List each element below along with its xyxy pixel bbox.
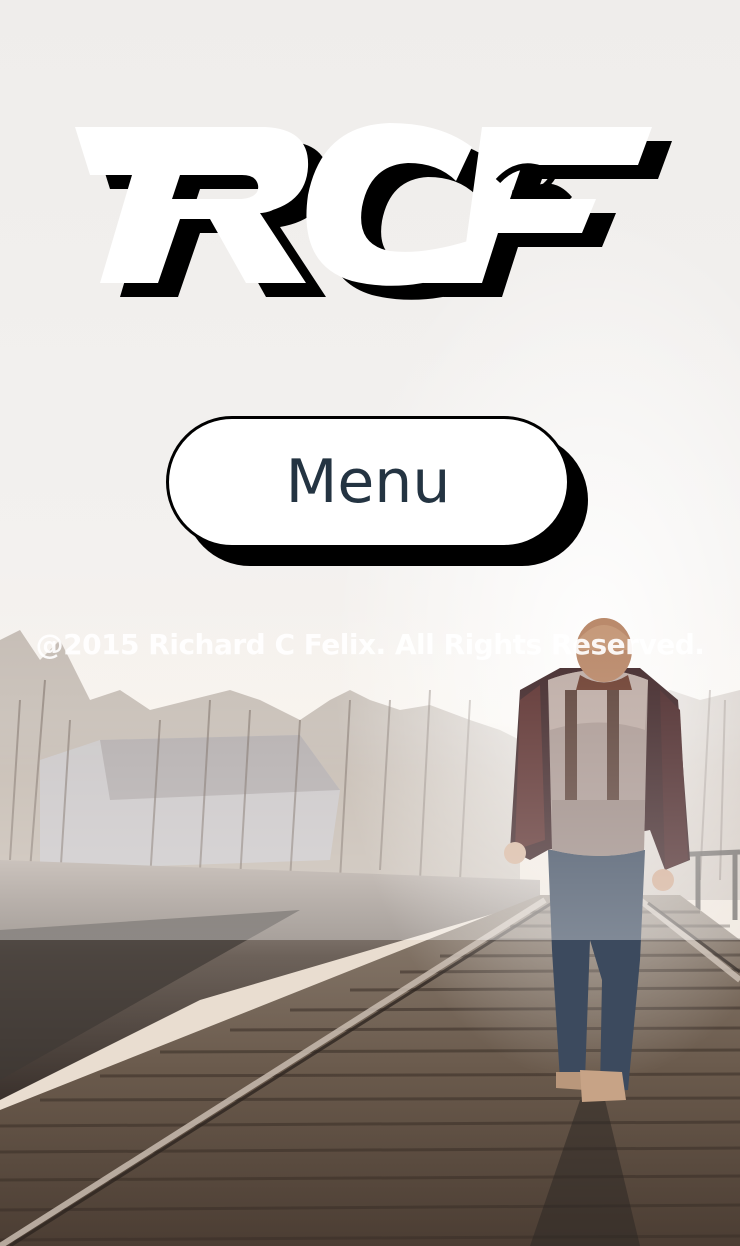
copyright-text: @2015 Richard C Felix. All Rights Reserv… [35, 628, 705, 661]
rcf-logo-image [75, 123, 672, 300]
menu-button[interactable]: Menu [166, 416, 570, 548]
landing-page: Menu @2015 Richard C Felix. All Rights R… [0, 0, 740, 1246]
rcf-logo [60, 115, 680, 315]
menu-button-label: Menu [285, 447, 451, 517]
